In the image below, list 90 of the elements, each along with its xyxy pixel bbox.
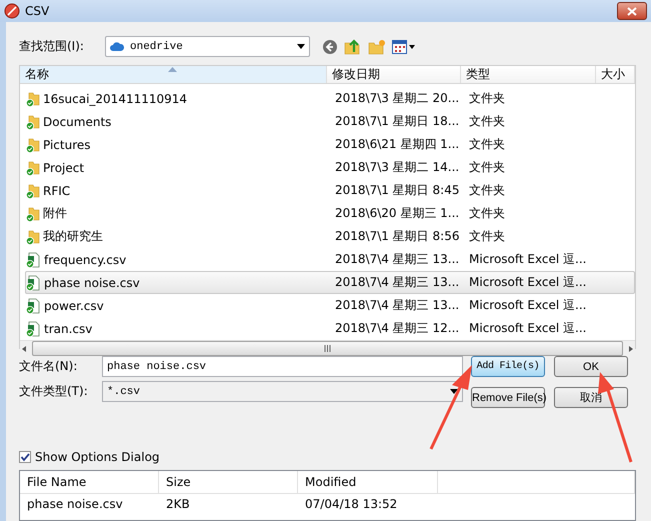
file-type-dropdown[interactable]: *.csv [102, 381, 463, 402]
modified-date: 2018\6\21 星期四 1... [334, 136, 460, 153]
view-menu-button[interactable] [392, 40, 416, 54]
file-row[interactable]: Documents 2018\7\1 星期日 18... 文件夹 [25, 110, 635, 133]
dropdown-arrow-icon [450, 389, 458, 394]
folder-icon [26, 114, 40, 130]
modified-date: 2018\7\4 星期三 13... [334, 251, 460, 268]
modified-date: 2018\7\1 星期日 8:45 [334, 182, 460, 199]
spreadsheet-file-icon [26, 298, 41, 314]
folder-icon [26, 90, 40, 106]
file-type: 文件夹 [468, 205, 506, 222]
file-row[interactable]: power.csv 2018\7\4 星期三 13... Microsoft Excel 逗... [25, 294, 635, 317]
folder-icon [26, 228, 40, 244]
close-icon [627, 6, 637, 16]
modified-date: 2018\7\3 星期二 20... [334, 90, 460, 107]
folder-icon [26, 182, 40, 198]
file-name: phase noise.csv [26, 274, 333, 290]
remove-files-button[interactable]: Remove File(s) [471, 387, 545, 408]
add-files-button[interactable]: Add File(s) [471, 356, 545, 377]
file-type: 文件夹 [468, 113, 506, 130]
file-type: Microsoft Excel 逗... [468, 320, 588, 337]
file-name: Documents [26, 114, 333, 130]
column-header[interactable]: 修改日期 [327, 66, 461, 83]
window-title: CSV [25, 4, 50, 18]
file-type: 文件夹 [468, 228, 506, 245]
modified-date: 2018\7\3 星期二 14... [334, 159, 460, 176]
cloud-icon [110, 42, 124, 52]
file-name: Pictures [26, 136, 333, 152]
file-type: Microsoft Excel 逗... [468, 297, 588, 314]
file-row[interactable]: RFIC 2018\7\1 星期日 8:45 文件夹 [25, 179, 635, 202]
close-button[interactable] [617, 2, 647, 20]
file-type: 文件夹 [468, 159, 506, 176]
file-type: Microsoft Excel 逗... [468, 251, 588, 268]
cancel-button[interactable]: 取消 [554, 387, 628, 408]
file-name: RFIC [26, 182, 333, 198]
table-cell-text: 2KB [165, 497, 190, 511]
dropdown-arrow-icon [297, 44, 305, 49]
file-row[interactable]: frequency.csv 2018\7\4 星期三 13... Microsoft Excel 逗... [25, 248, 635, 271]
spreadsheet-file-icon [26, 320, 41, 336]
column-header[interactable]: Modified [298, 471, 438, 493]
file-name: 附件 [26, 205, 333, 222]
spreadsheet-file-icon [26, 274, 41, 290]
column-header[interactable]: 名称 [20, 66, 327, 83]
file-type: 文件夹 [468, 136, 506, 153]
file-row[interactable]: Project 2018\7\3 星期二 14... 文件夹 [25, 156, 635, 179]
file-row[interactable]: tran.csv 2018\7\4 星期三 12... Microsoft Excel 逗... [25, 317, 635, 340]
modified-date: 2018\7\1 星期日 8:56 [334, 228, 460, 245]
file-name: frequency.csv [26, 252, 333, 268]
file-name: tran.csv [26, 320, 333, 336]
file-name: power.csv [26, 298, 333, 314]
folder-icon [26, 160, 40, 176]
column-header[interactable]: 类型 [461, 66, 596, 83]
up-folder-button[interactable] [344, 38, 362, 56]
look-in-dropdown[interactable]: onedrive [105, 36, 310, 57]
file-name-field[interactable]: phase noise.csv [102, 356, 463, 377]
column-header[interactable]: File Name [20, 471, 159, 493]
file-row[interactable]: 我的研究生 2018\7\1 星期日 8:56 文件夹 [25, 225, 635, 248]
grip-icon [324, 345, 331, 352]
modified-date: 2018\7\4 星期三 12... [334, 320, 460, 337]
show-options-checkbox[interactable] [19, 451, 31, 463]
file-name-label: 文件名(N): [19, 358, 78, 375]
file-row[interactable]: 16sucai_201411110914 2018\7\3 星期二 20... 文件夹 [25, 87, 635, 110]
show-options-label: Show Options Dialog [35, 450, 160, 464]
folder-icon [26, 206, 40, 222]
folder-icon [26, 136, 40, 152]
sort-arrow-icon [168, 67, 177, 72]
file-type: 文件夹 [468, 90, 506, 107]
file-type-label: 文件类型(T): [19, 383, 89, 400]
file-row[interactable]: phase noise.csv 2018\7\4 星期三 13... Microsoft Excel 逗... [25, 271, 635, 294]
modified-date: 2018\7\4 星期三 13... [334, 274, 460, 291]
file-name: Project [26, 160, 333, 176]
file-row[interactable]: 附件 2018\6\20 星期三 1... 文件夹 [25, 202, 635, 225]
table-cell-text: 07/04/18 13:52 [304, 497, 398, 511]
column-header[interactable]: 大小 [596, 66, 635, 83]
modified-date: 2018\7\4 星期三 13... [334, 297, 460, 314]
ok-button[interactable]: OK [554, 356, 628, 377]
file-type: 文件夹 [468, 182, 506, 199]
file-name: 16sucai_201411110914 [26, 90, 333, 106]
file-name: 我的研究生 [26, 228, 333, 245]
look-in-label: 查找范围(I): [19, 38, 85, 55]
table-cell-text: phase noise.csv [26, 497, 123, 511]
horizontal-scrollbar[interactable] [20, 340, 635, 356]
modified-date: 2018\6\20 星期三 1... [334, 205, 460, 222]
app-icon [4, 3, 20, 19]
column-header[interactable]: Size [159, 471, 298, 493]
file-row[interactable]: Pictures 2018\6\21 星期四 1... 文件夹 [25, 133, 635, 156]
spreadsheet-file-icon [26, 252, 41, 268]
modified-date: 2018\7\1 星期日 18... [334, 113, 460, 130]
back-button[interactable] [322, 38, 338, 54]
file-type: Microsoft Excel 逗... [468, 274, 588, 291]
